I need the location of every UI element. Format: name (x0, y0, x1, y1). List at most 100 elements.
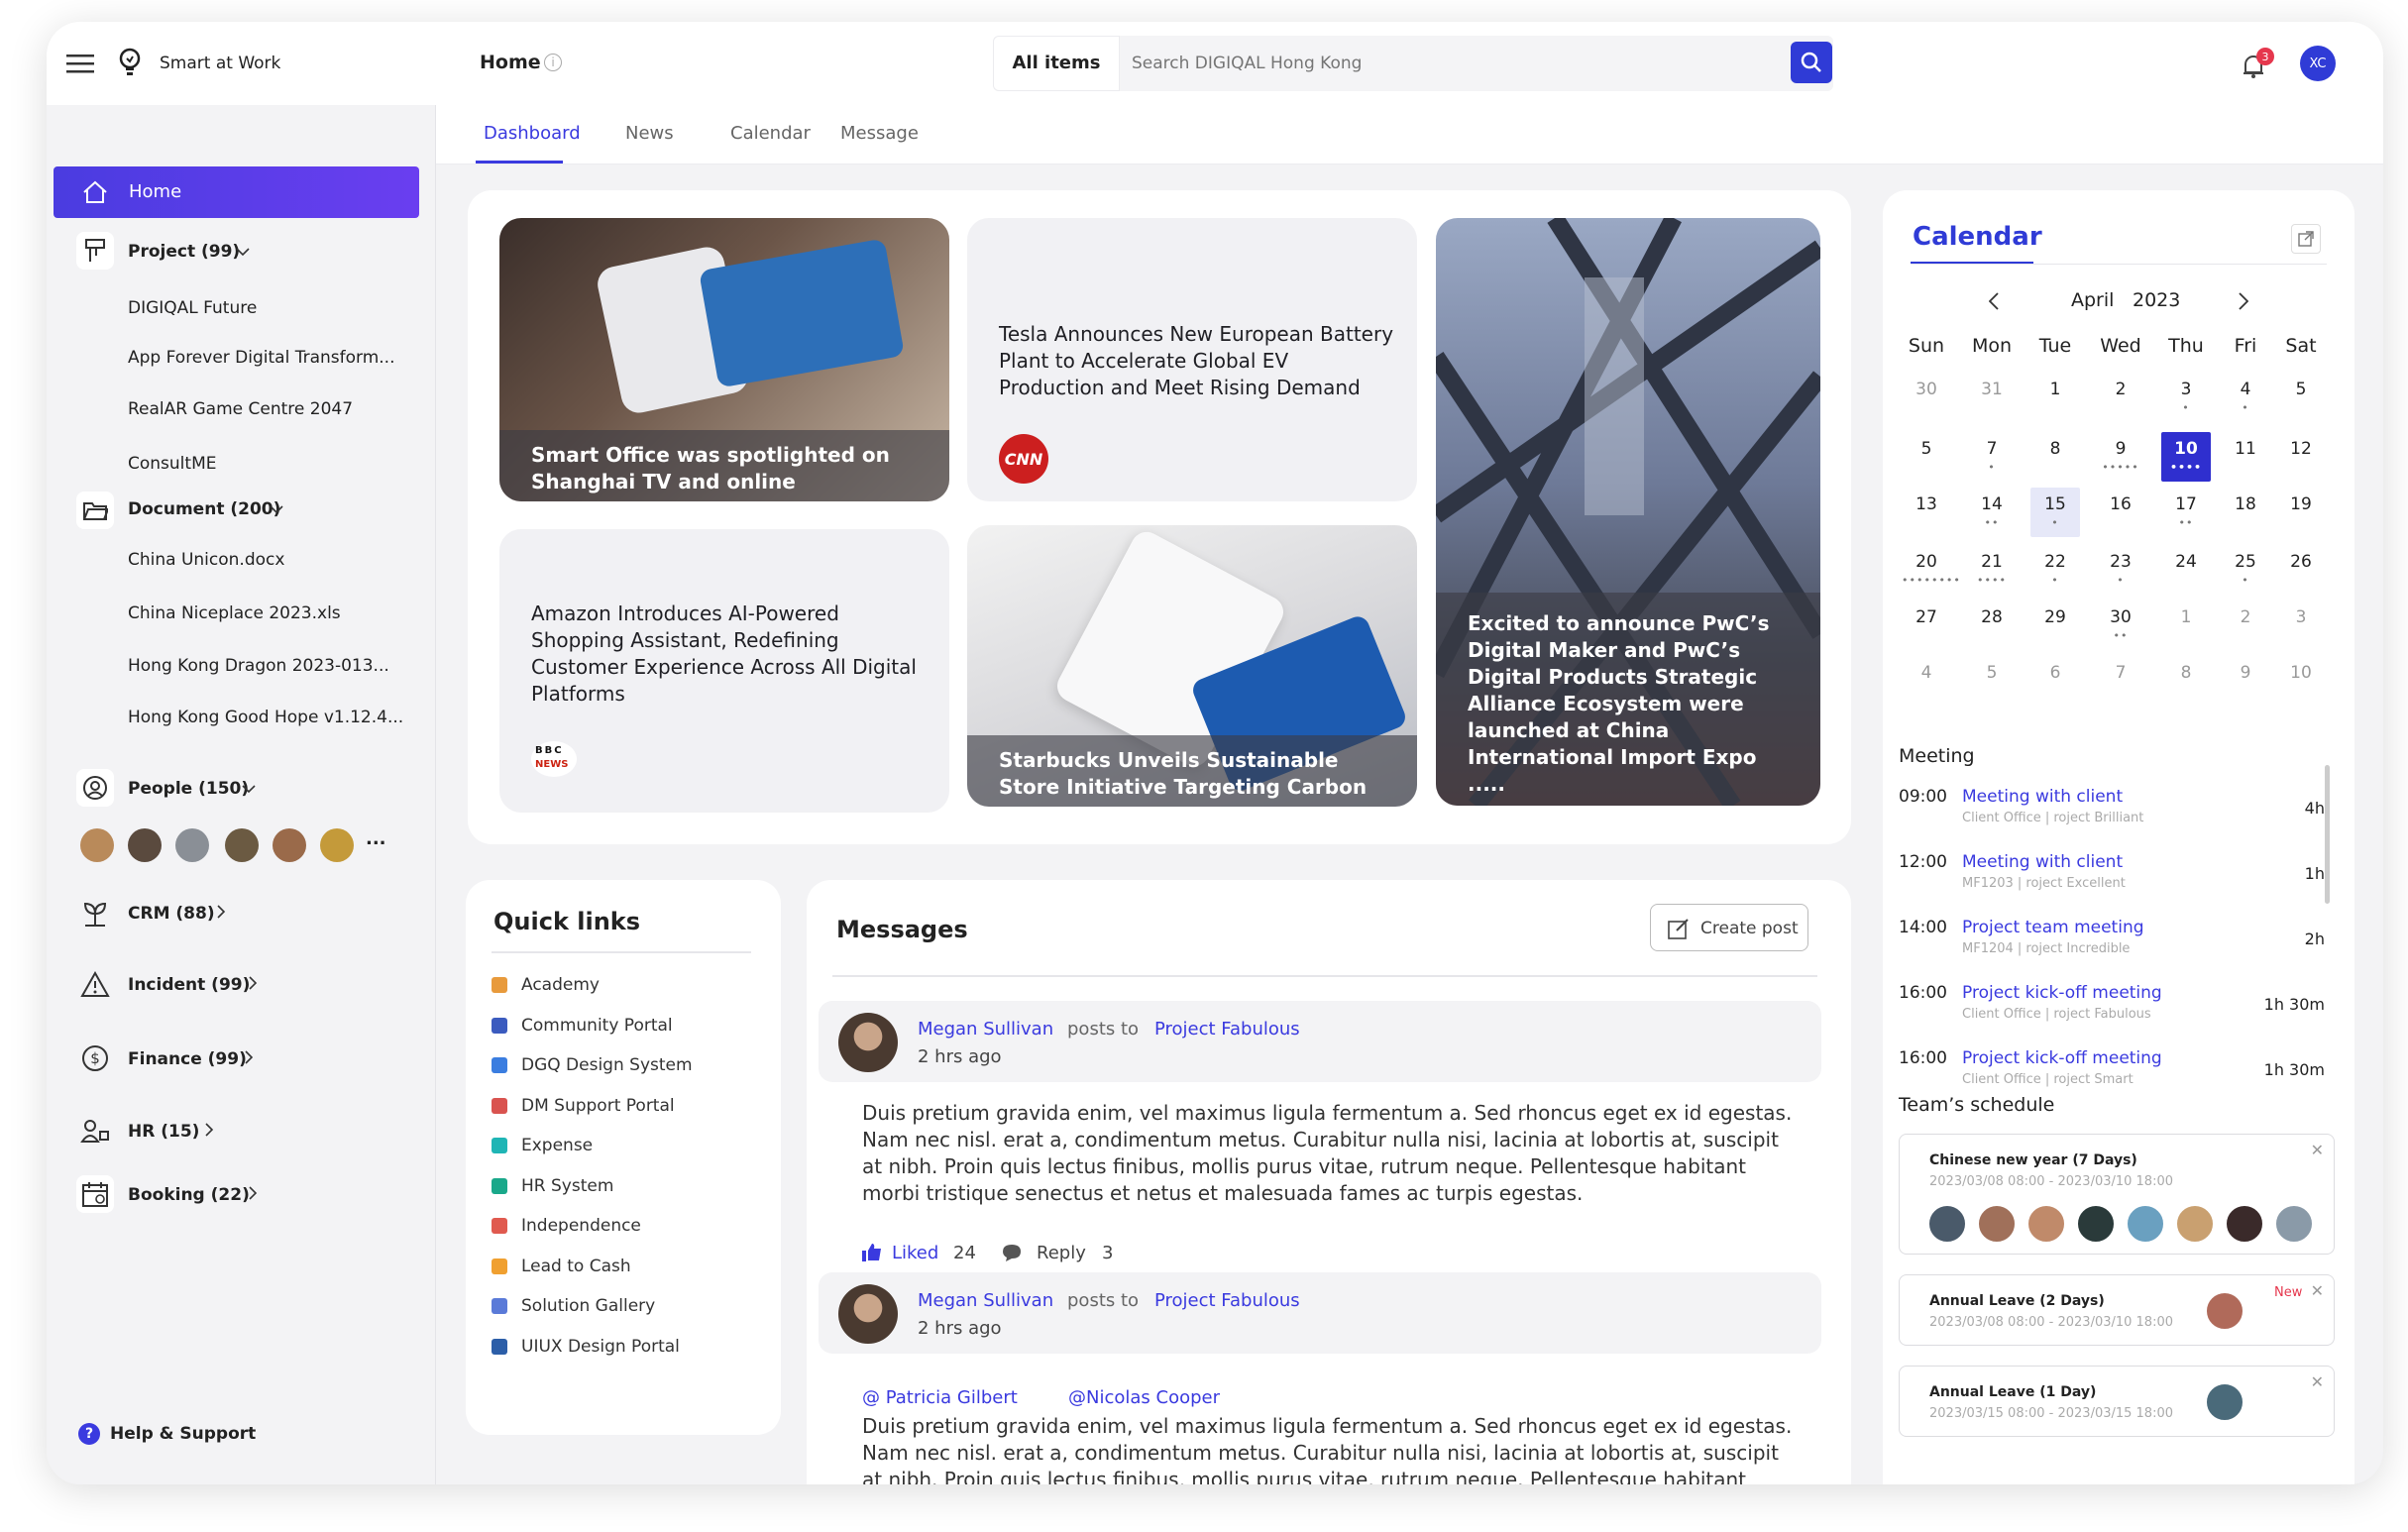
help-support-link[interactable]: Help & Support (110, 1424, 256, 1444)
document-item[interactable]: China Unicon.docx (128, 550, 284, 570)
sidebar-item-incident[interactable]: Incident (99) (128, 975, 250, 995)
quick-link-item[interactable]: DM Support Portal (492, 1096, 675, 1116)
news-card[interactable]: Starbucks Unveils Sustainable Store Init… (967, 525, 1417, 807)
close-icon[interactable]: ✕ (2311, 1372, 2324, 1391)
calendar-day[interactable]: 6 (2030, 656, 2080, 706)
meeting-item[interactable]: 09:00 Meeting with client Client Office | … (1883, 787, 2354, 846)
calendar-day[interactable]: 19 (2276, 488, 2326, 537)
calendar-day[interactable]: 23 • (2096, 545, 2145, 595)
avatar[interactable] (320, 828, 354, 862)
avatar[interactable] (2205, 1382, 2244, 1422)
meeting-item[interactable]: 16:00 Project kick-off meeting Client Offi… (1883, 983, 2354, 1042)
close-icon[interactable]: ✕ (2311, 1281, 2324, 1300)
news-card[interactable]: Smart Office was spotlighted on Shanghai… (499, 218, 949, 501)
calendar-day[interactable]: 1 (2030, 373, 2080, 422)
avatar[interactable] (2126, 1204, 2165, 1244)
project-item[interactable]: App Forever Digital Transform... (128, 348, 395, 368)
post-author[interactable]: Megan Sullivan (918, 1290, 1053, 1311)
mention[interactable]: @Nicolas Cooper (1068, 1387, 1220, 1408)
calendar-day[interactable]: 8 (2161, 656, 2211, 706)
avatar[interactable] (273, 828, 306, 862)
chevron-right-icon[interactable] (201, 1122, 217, 1138)
meeting-item[interactable]: 14:00 Project team meeting MF1204 | roject… (1883, 918, 2354, 977)
avatar[interactable] (175, 828, 209, 862)
calendar-day[interactable]: 13 (1902, 488, 1951, 537)
meeting-name[interactable]: Meeting with client (1962, 852, 2123, 872)
calendar-day[interactable]: 30 (1902, 373, 1951, 422)
document-item[interactable]: Hong Kong Good Hope v1.12.4... (128, 708, 403, 727)
open-external-icon[interactable] (2291, 224, 2321, 254)
avatar[interactable] (2175, 1204, 2215, 1244)
info-icon[interactable]: i (544, 54, 562, 71)
scrollbar[interactable] (2325, 765, 2330, 904)
chevron-down-icon[interactable] (241, 781, 257, 797)
project-item[interactable]: RealAR Game Centre 2047 (128, 399, 353, 419)
document-item[interactable]: China Niceplace 2023.xls (128, 603, 341, 623)
mention[interactable]: @ Patricia Gilbert (862, 1387, 1018, 1408)
avatar[interactable] (80, 828, 114, 862)
calendar-day[interactable]: 2 (2221, 601, 2270, 650)
post-author[interactable]: Megan Sullivan (918, 1019, 1053, 1040)
calendar-day[interactable]: 17 •• (2161, 488, 2211, 537)
tab-news[interactable]: News (625, 123, 674, 144)
calendar-day[interactable]: 20 •••••••• (1902, 545, 1960, 595)
quick-link-item[interactable]: Expense (492, 1136, 593, 1155)
avatar[interactable] (2274, 1204, 2314, 1244)
quick-link-item[interactable]: Community Portal (492, 1016, 673, 1036)
quick-link-item[interactable]: DGQ Design System (492, 1055, 693, 1075)
document-item[interactable]: Hong Kong Dragon 2023-013... (128, 656, 389, 676)
calendar-day[interactable]: 26 (2276, 545, 2326, 595)
calendar-day[interactable]: 10 (2276, 656, 2326, 706)
quick-link-item[interactable]: Academy (492, 975, 600, 995)
create-post-button[interactable]: Create post (1650, 904, 1808, 951)
avatar[interactable] (2076, 1204, 2116, 1244)
post-project[interactable]: Project Fabulous (1154, 1019, 1300, 1040)
search-scope-select[interactable]: All items (993, 36, 1120, 91)
calendar-day[interactable]: 5 (1902, 432, 1951, 482)
calendar-day[interactable]: 4 (1902, 656, 1951, 706)
quick-link-item[interactable]: Independence (492, 1216, 641, 1236)
chevron-left-icon[interactable] (1982, 289, 2006, 313)
close-icon[interactable]: ✕ (2311, 1141, 2324, 1159)
team-schedule-item[interactable]: Chinese new year (7 Days) 2023/03/08 08:0… (1899, 1134, 2335, 1255)
chevron-right-icon[interactable] (245, 1185, 261, 1201)
news-card[interactable]: Excited to announce PwC’s Digital Maker … (1436, 218, 1820, 806)
chevron-down-icon[interactable] (235, 244, 251, 260)
user-avatar[interactable]: XC (2300, 46, 2336, 81)
calendar-day[interactable]: 12 (2276, 432, 2326, 482)
calendar-day[interactable]: 24 (2161, 545, 2211, 595)
meeting-name[interactable]: Project kick-off meeting (1962, 983, 2162, 1003)
like-button[interactable]: Liked (892, 1243, 938, 1263)
thumbs-up-icon[interactable] (862, 1243, 882, 1262)
avatar[interactable] (2026, 1204, 2066, 1244)
calendar-day[interactable]: 7 • (1967, 432, 2017, 482)
avatar[interactable] (1927, 1204, 1967, 1244)
sidebar-item-booking[interactable]: Booking (22) (128, 1185, 250, 1205)
sidebar-item-hr[interactable]: HR (15) (128, 1122, 199, 1142)
avatar[interactable] (225, 828, 259, 862)
sidebar-item-document[interactable]: Document (200) (128, 499, 280, 519)
calendar-day[interactable]: 9 (2221, 656, 2270, 706)
project-item[interactable]: DIGIQAL Future (128, 298, 257, 318)
sidebar-item-project[interactable]: Project (99) (128, 242, 240, 262)
author-avatar[interactable] (838, 1013, 898, 1072)
calendar-day[interactable]: 14 •• (1967, 488, 2017, 537)
avatar[interactable] (2205, 1291, 2244, 1331)
quick-link-item[interactable]: UIUX Design Portal (492, 1337, 680, 1357)
calendar-day[interactable]: 16 (2096, 488, 2145, 537)
comment-icon[interactable] (1001, 1243, 1023, 1262)
chevron-right-icon[interactable] (241, 1049, 257, 1065)
calendar-day[interactable]: 5 (1967, 656, 2017, 706)
chevron-down-icon[interactable] (269, 501, 284, 517)
hamburger-menu-icon[interactable] (64, 52, 96, 75)
avatar[interactable] (1977, 1204, 2017, 1244)
calendar-day[interactable]: 7 (2096, 656, 2145, 706)
calendar-day[interactable]: 3 • (2161, 373, 2211, 422)
calendar-day[interactable]: 31 (1967, 373, 2017, 422)
calendar-day[interactable]: 11 (2221, 432, 2270, 482)
meeting-name[interactable]: Meeting with client (1962, 787, 2123, 807)
sidebar-item-finance[interactable]: Finance (99) (128, 1049, 247, 1069)
tab-calendar[interactable]: Calendar (730, 123, 811, 144)
chevron-right-icon[interactable] (213, 904, 229, 920)
sidebar-item-people[interactable]: People (150) (128, 779, 249, 799)
